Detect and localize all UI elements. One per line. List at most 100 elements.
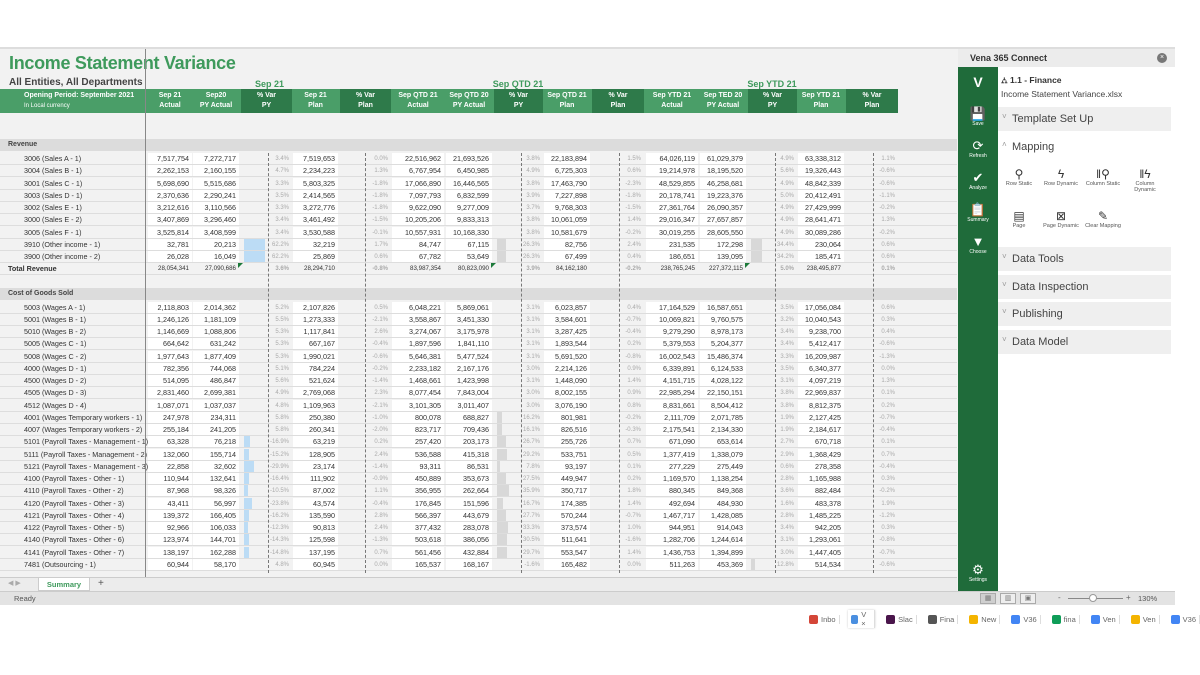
value-cell[interactable]: 168,167 [446, 558, 492, 570]
value-cell[interactable]: 27,361,764 [646, 202, 698, 213]
browser-tab[interactable]: Ven [1128, 614, 1160, 624]
value-cell[interactable]: 63,328 [148, 436, 192, 448]
accordion-publishing[interactable]: ˅ Publishing [998, 302, 1171, 327]
variance-cell[interactable]: 0.7% [592, 436, 644, 448]
value-cell[interactable]: 3,525,814 [148, 226, 192, 238]
variance-cell[interactable]: 0.3% [846, 314, 898, 326]
value-cell[interactable]: 83,987,354 [392, 263, 444, 274]
variance-cell[interactable]: -0.8% [592, 351, 644, 363]
table-row[interactable]: 4122 (Payroll Taxes - Other - 5) 92,966 10… [0, 522, 957, 535]
column-header[interactable]: % Var PY [494, 89, 543, 113]
column-header[interactable]: % Var Plan [592, 89, 644, 113]
variance-cell[interactable]: 12.8% [748, 559, 797, 571]
value-cell[interactable]: 1,246,126 [148, 313, 192, 325]
variance-cell[interactable]: 3.6% [748, 485, 797, 497]
value-cell[interactable]: 60,944 [148, 558, 192, 570]
mapping-column-static-button[interactable]: ‖⚲ Column Static [1083, 167, 1123, 187]
browser-tab[interactable]: Fina [925, 614, 959, 624]
value-cell[interactable]: 664,642 [148, 338, 192, 350]
variance-cell[interactable]: 3.1% [494, 314, 543, 326]
variance-cell[interactable]: -0.7% [592, 510, 644, 522]
value-cell[interactable]: 257,420 [392, 436, 444, 448]
value-cell[interactable]: 631,242 [193, 338, 239, 350]
variance-cell[interactable]: 0.5% [592, 449, 644, 461]
zoom-out-button[interactable]: - [1058, 593, 1061, 602]
analyze-button[interactable]: ✔ Analyze [958, 171, 998, 192]
variance-cell[interactable]: -16.4% [241, 473, 292, 485]
value-cell[interactable]: 10,581,679 [544, 226, 590, 238]
variance-cell[interactable]: 27.5% [494, 473, 543, 485]
value-cell[interactable]: 6,340,377 [798, 362, 844, 374]
value-cell[interactable]: 56,997 [193, 497, 239, 509]
value-cell[interactable]: 2,071,785 [700, 411, 746, 423]
value-cell[interactable]: 165,482 [544, 558, 590, 570]
value-cell[interactable]: 48,529,855 [646, 177, 698, 189]
value-cell[interactable]: 1,244,614 [700, 534, 746, 546]
variance-cell[interactable]: 1.3% [846, 375, 898, 387]
variance-cell[interactable]: 0.6% [846, 302, 898, 314]
browser-tab[interactable]: Inbo [806, 614, 840, 624]
mapping-page-dynamic-button[interactable]: ⊠ Page Dynamic [1041, 209, 1081, 229]
vena-logo-button[interactable]: V [958, 75, 998, 89]
value-cell[interactable]: 10,205,206 [392, 214, 444, 226]
value-cell[interactable]: 60,945 [293, 558, 338, 570]
value-cell[interactable]: 22,858 [148, 460, 192, 472]
value-cell[interactable]: 1,447,405 [798, 546, 844, 558]
browser-tab[interactable]: New [966, 614, 1001, 624]
column-header[interactable]: % Var Plan [340, 89, 391, 113]
variance-cell[interactable]: 0.3% [846, 522, 898, 534]
value-cell[interactable]: 415,318 [446, 448, 492, 460]
variance-cell[interactable]: 5.8% [241, 412, 292, 424]
table-row[interactable]: 5010 (Wages B - 2) 1,146,669 1,088,806 5.3%… [0, 326, 957, 339]
value-cell[interactable]: 882,484 [798, 485, 844, 497]
value-cell[interactable]: 511,641 [544, 534, 590, 546]
table-row[interactable]: 3910 (Other income - 1) 32,781 20,213 62.2%… [0, 238, 957, 251]
value-cell[interactable]: 2,160,155 [193, 165, 239, 177]
variance-cell[interactable]: 7.8% [494, 461, 543, 473]
value-cell[interactable]: 914,043 [700, 522, 746, 533]
value-cell[interactable]: 2,414,565 [293, 189, 338, 201]
value-cell[interactable]: 3,558,867 [392, 313, 444, 325]
value-cell[interactable]: 667,167 [293, 338, 338, 350]
variance-cell[interactable]: -0.6% [846, 178, 898, 190]
value-cell[interactable]: 155,714 [193, 448, 239, 460]
value-cell[interactable]: 3,530,588 [293, 226, 338, 238]
value-cell[interactable]: 27,657,857 [700, 214, 746, 226]
variance-cell[interactable]: -1.2% [846, 510, 898, 522]
value-cell[interactable]: 2,233,182 [392, 362, 444, 374]
variance-cell[interactable]: 3.8% [494, 227, 543, 239]
column-header[interactable]: Sep YTD 21 Actual [646, 89, 698, 113]
value-cell[interactable]: 2,118,803 [148, 301, 192, 313]
value-cell[interactable]: 1,423,998 [446, 375, 492, 386]
accordion-mapping[interactable]: ˄ Mapping [998, 135, 1171, 160]
value-cell[interactable]: 3,461,492 [293, 214, 338, 226]
value-cell[interactable]: 16,002,543 [646, 350, 698, 362]
mapping-page-button[interactable]: ▤ Page [999, 209, 1039, 229]
value-cell[interactable]: 1,377,419 [646, 448, 698, 460]
value-cell[interactable]: 823,717 [392, 424, 444, 435]
variance-cell[interactable]: 0.4% [846, 326, 898, 338]
value-cell[interactable]: 6,832,599 [446, 189, 492, 201]
variance-cell[interactable]: 3.9% [494, 190, 543, 202]
value-cell[interactable]: 521,624 [293, 375, 338, 386]
table-row[interactable]: 3900 (Other income - 2) 26,028 16,049 62.2%… [0, 251, 957, 264]
value-cell[interactable]: 82,756 [544, 238, 590, 250]
value-cell[interactable]: 373,574 [544, 522, 590, 533]
value-cell[interactable]: 53,649 [446, 251, 492, 262]
value-cell[interactable]: 92,966 [148, 522, 192, 533]
column-header[interactable]: Sep 21 Plan [293, 89, 338, 113]
value-cell[interactable]: 10,168,330 [446, 226, 492, 238]
value-cell[interactable]: 653,614 [700, 436, 746, 448]
variance-cell[interactable]: -0.4% [846, 424, 898, 436]
variance-cell[interactable]: -0.8% [846, 534, 898, 546]
value-cell[interactable]: 1,990,021 [293, 350, 338, 362]
variance-cell[interactable]: 4.8% [241, 400, 292, 412]
mapping-column-dynamic-button[interactable]: ‖ϟ Column Dynamic [1125, 167, 1165, 193]
variance-cell[interactable]: -1.6% [494, 559, 543, 571]
table-row[interactable]: 4500 (Wages D - 2) 514,095 486,847 5.6% 521,… [0, 375, 957, 388]
value-cell[interactable]: 255,726 [544, 436, 590, 448]
variance-cell[interactable]: -0.7% [592, 314, 644, 326]
value-cell[interactable]: 19,214,978 [646, 165, 698, 177]
value-cell[interactable]: 1,448,090 [544, 375, 590, 386]
value-cell[interactable]: 450,889 [392, 473, 444, 484]
